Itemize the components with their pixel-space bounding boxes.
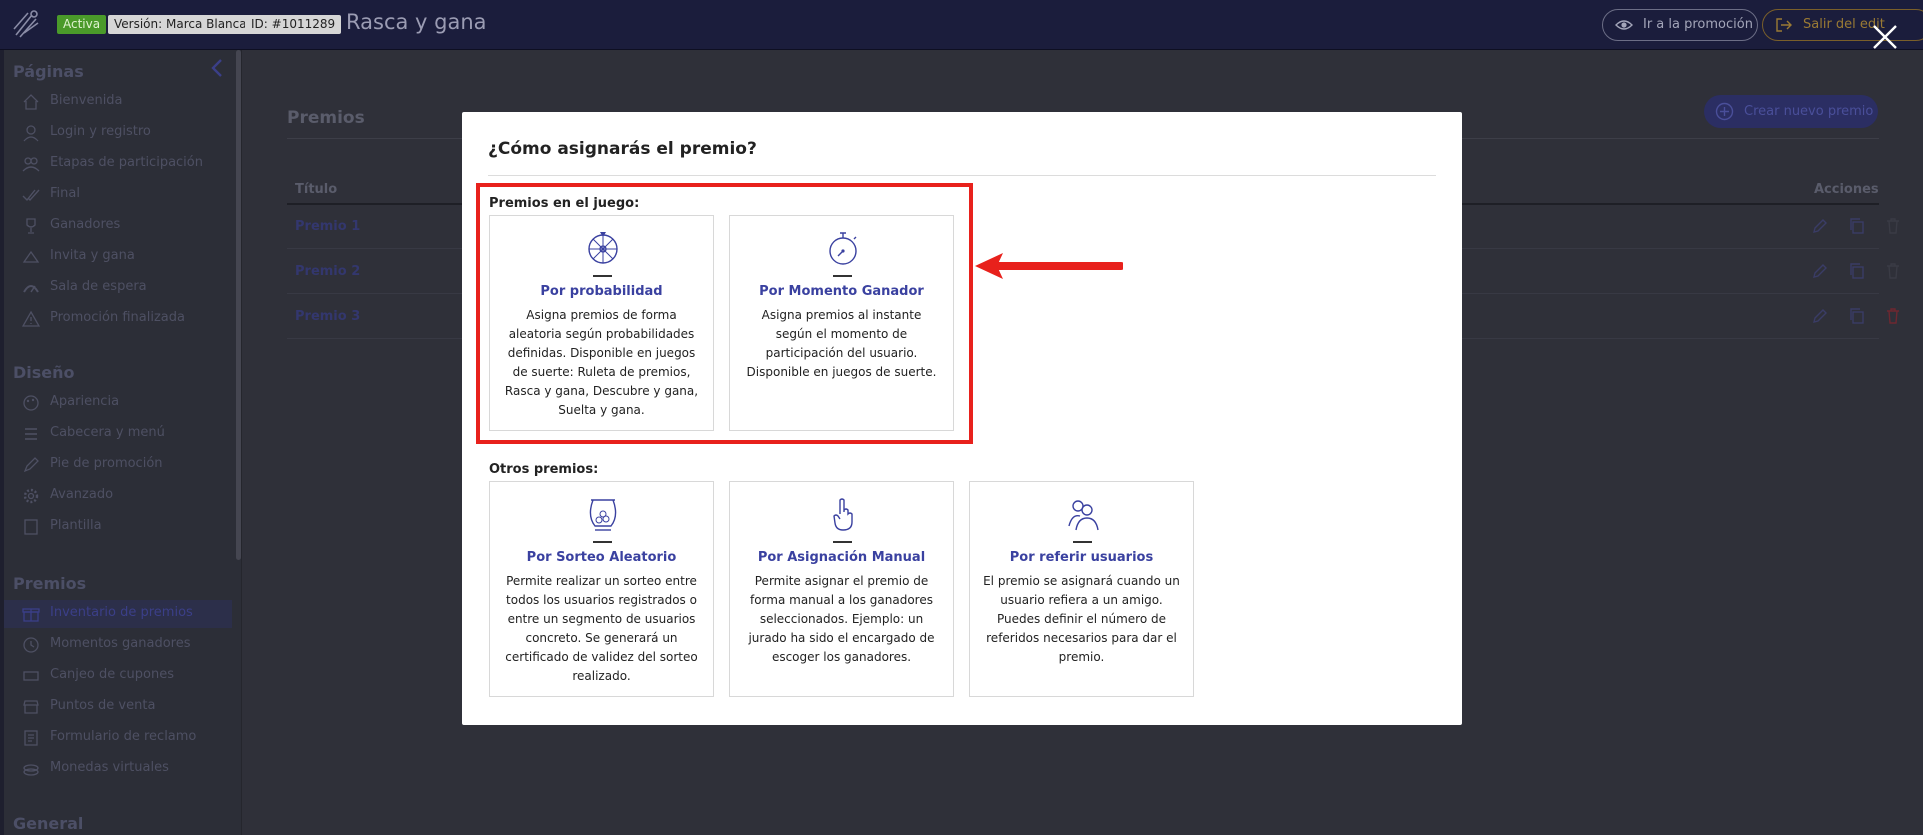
card-description: El premio se asignará cuando un usuario … <box>983 574 1180 664</box>
coins-icon <box>23 764 39 776</box>
page-title: Premios <box>287 108 365 128</box>
card-title: Por Asignación Manual <box>757 550 926 565</box>
sidebar-item-formulario[interactable]: Formulario de reclamo <box>4 724 232 752</box>
form-icon <box>24 730 38 746</box>
sidebar-item-puntos-venta[interactable]: Puntos de venta <box>4 693 232 721</box>
store-icon <box>23 700 39 714</box>
sidebar-item-plantilla[interactable]: Plantilla <box>4 513 232 541</box>
duplicate-icon[interactable] <box>1847 306 1867 326</box>
sidebar-item-promocion-finalizada[interactable]: Promoción finalizada <box>4 305 232 333</box>
sidebar: Páginas Bienvenida Login y registro Etap… <box>4 50 242 835</box>
sidebar-item-final[interactable]: Final <box>4 181 232 209</box>
card-divider <box>593 541 612 543</box>
sidebar-heading-pages: Páginas <box>13 62 84 81</box>
modal-title: ¿Cómo asignarás el premio? <box>488 139 757 159</box>
users-icon <box>22 157 40 172</box>
sidebar-item-cupones[interactable]: Canjeo de cupones <box>4 662 232 690</box>
people-icon <box>1068 500 1099 531</box>
goto-promotion-label: Ir a la promoción <box>1643 17 1753 32</box>
goto-promotion-button[interactable]: Ir a la promoción <box>1602 9 1758 41</box>
sidebar-item-invita[interactable]: Invita y gana <box>4 243 232 271</box>
delete-icon[interactable] <box>1883 306 1903 326</box>
card-divider <box>1073 541 1092 543</box>
sidebar-item-apariencia[interactable]: Apariencia <box>4 389 232 417</box>
exit-icon <box>1776 18 1792 32</box>
home-icon <box>23 94 39 110</box>
sidebar-item-pie[interactable]: Pie de promoción <box>4 451 232 479</box>
eye-icon <box>1615 20 1633 30</box>
warning-icon <box>22 310 40 327</box>
sidebar-item-cabecera[interactable]: Cabecera y menú <box>4 420 232 448</box>
gift-icon <box>22 608 40 622</box>
card-divider <box>833 541 852 543</box>
gear-icon <box>23 488 39 504</box>
sidebar-item-inventario[interactable]: Inventario de premios <box>4 600 232 628</box>
card-description: Permite realizar un sorteo entre todos l… <box>505 574 698 683</box>
invite-icon <box>22 250 40 263</box>
user-icon <box>23 125 39 142</box>
close-icon[interactable] <box>1870 22 1900 52</box>
pen-icon <box>23 457 39 473</box>
clock-icon <box>23 637 39 653</box>
lottery-drum-icon <box>589 499 617 531</box>
column-header-title: Título <box>295 182 338 197</box>
modal-divider <box>488 175 1436 176</box>
hand-icon <box>833 498 853 531</box>
card-title: Por Sorteo Aleatorio <box>526 550 677 565</box>
chevron-left-icon[interactable] <box>209 58 225 78</box>
logo-icon <box>13 10 39 38</box>
create-prize-label: Crear nuevo premio <box>1744 104 1874 119</box>
prize-title-link[interactable]: Premio 1 <box>295 219 360 234</box>
sidebar-heading-design: Diseño <box>13 363 75 382</box>
edit-icon[interactable] <box>1810 306 1830 326</box>
highlight-box <box>476 183 973 444</box>
sidebar-heading-prizes: Premios <box>13 574 87 593</box>
edit-icon[interactable] <box>1810 216 1830 236</box>
sidebar-item-bienvenida[interactable]: Bienvenida <box>4 88 232 116</box>
duplicate-icon[interactable] <box>1847 261 1867 281</box>
trophy-icon <box>26 218 36 234</box>
id-badge: ID: #1011289 <box>245 15 342 34</box>
sidebar-item-etapas[interactable]: Etapas de participación <box>4 150 232 178</box>
edit-icon[interactable] <box>1810 261 1830 281</box>
duplicate-icon[interactable] <box>1847 216 1867 236</box>
annotation-arrow-icon <box>975 253 1123 279</box>
sidebar-item-avanzado[interactable]: Avanzado <box>4 482 232 510</box>
sidebar-item-ganadores[interactable]: Ganadores <box>4 212 232 240</box>
column-header-actions: Acciones <box>1814 182 1879 197</box>
sidebar-heading-general: General <box>13 814 84 833</box>
delete-icon[interactable] <box>1883 216 1903 236</box>
section-label-other: Otros premios: <box>489 462 599 477</box>
delete-icon[interactable] <box>1883 261 1903 281</box>
sidebar-item-momentos[interactable]: Momentos ganadores <box>4 631 232 659</box>
sidebar-item-login[interactable]: Login y registro <box>4 119 232 147</box>
sidebar-item-sala-espera[interactable]: Sala de espera <box>4 274 232 302</box>
sidebar-scrollbar[interactable] <box>236 50 241 560</box>
menu-icon <box>25 428 37 440</box>
card-description: Permite asignar el premio de forma manua… <box>748 574 935 664</box>
template-icon <box>24 519 38 535</box>
prize-title-link[interactable]: Premio 3 <box>295 309 360 324</box>
top-bar: Activa Versión: Marca Blanca ID: #101128… <box>0 0 1923 50</box>
card-title: Por referir usuarios <box>1009 550 1154 565</box>
app-title: Rasca y gana <box>346 10 487 34</box>
coupon-icon <box>23 671 39 681</box>
card-by-random-draw[interactable]: Por Sorteo Aleatorio Permite realizar un… <box>489 481 714 697</box>
version-badge: Versión: Marca Blanca <box>108 15 253 34</box>
plus-circle-icon <box>1715 102 1734 121</box>
card-by-referral[interactable]: Por referir usuarios El premio se asigna… <box>969 481 1194 697</box>
card-by-manual-assignment[interactable]: Por Asignación Manual Permite asignar el… <box>729 481 954 697</box>
prize-title-link[interactable]: Premio 2 <box>295 264 360 279</box>
double-check-icon <box>22 189 40 202</box>
status-badge: Activa <box>57 15 107 34</box>
create-prize-button[interactable]: Crear nuevo premio <box>1704 95 1878 128</box>
sidebar-item-monedas[interactable]: Monedas virtuales <box>4 755 232 783</box>
palette-icon <box>23 395 39 411</box>
gauge-icon <box>23 285 39 293</box>
